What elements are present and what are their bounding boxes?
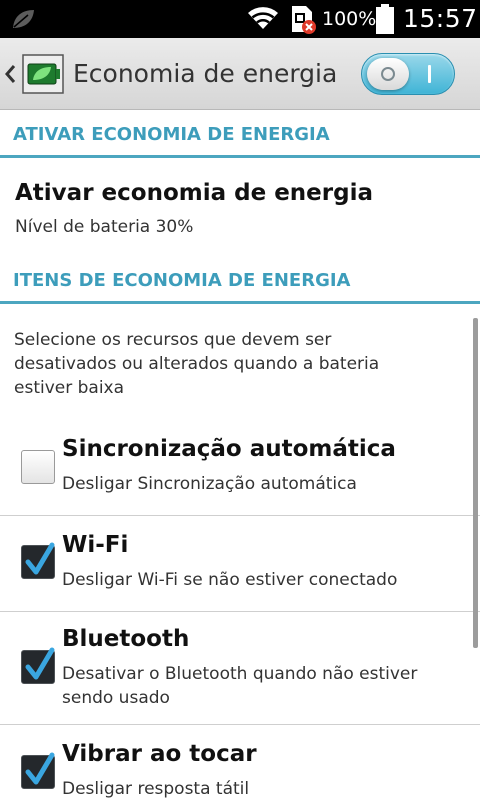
list-item-vibrate-on-touch[interactable]: Vibrar ao tocar Desligar resposta tátil [0,725,480,800]
item-summary: Desligar Sincronização automática [62,474,357,494]
item-summary: Desligar Wi-Fi se não estiver conectado [62,570,398,590]
item-title: Wi-Fi [62,532,129,558]
clock: 15:57 [403,4,478,33]
wifi-checkbox[interactable] [21,542,55,579]
list-item-wifi[interactable]: Wi-Fi Desligar Wi-Fi se não estiver cone… [0,516,480,612]
item-title: Sincronização automática [62,436,396,462]
back-button[interactable] [0,38,68,110]
power-saver-app-icon [22,54,64,94]
checkmark-icon [25,752,55,785]
checkmark-icon [25,647,55,680]
section-header-activate: ATIVAR ECONOMIA DE ENERGIA [0,112,480,158]
toggle-knob [367,58,409,90]
vibrate-checkbox[interactable] [21,752,55,789]
action-bar: Economia de energia [0,38,480,110]
section-header-label: ITENS DE ECONOMIA DE ENERGIA [13,270,351,291]
toggle-off-icon [381,67,395,81]
status-bar: 100% 15:57 [0,0,480,38]
battery-icon [376,4,394,34]
bluetooth-checkbox[interactable] [21,647,55,684]
activate-title: Ativar economia de energia [15,180,373,206]
wifi-icon [248,7,278,29]
power-saver-toggle[interactable] [361,53,455,95]
sim-error-icon [292,6,316,34]
item-title: Bluetooth [62,626,190,652]
item-summary: Desativar o Bluetooth quando não estiver… [62,664,418,708]
items-description: Selecione os recursos que devem ser desa… [14,330,380,398]
item-summary: Desligar resposta tátil [62,779,250,799]
chevron-left-icon [5,65,16,83]
battery-level-summary: Nível de bateria 30% [15,217,194,237]
item-title: Vibrar ao tocar [62,741,257,767]
scrollbar[interactable] [473,318,478,648]
leaf-icon [13,10,34,28]
section-header-label: ATIVAR ECONOMIA DE ENERGIA [13,124,330,145]
section-header-items: ITENS DE ECONOMIA DE ENERGIA [0,258,480,304]
list-item-bluetooth[interactable]: Bluetooth Desativar o Bluetooth quando n… [0,612,480,724]
list-item-auto-sync[interactable]: Sincronização automática Desligar Sincro… [0,420,480,516]
checkmark-icon [25,542,55,575]
toggle-on-icon [428,65,431,83]
battery-percentage: 100% [322,8,377,30]
auto-sync-checkbox[interactable] [21,450,55,484]
page-title: Economia de energia [73,59,338,88]
